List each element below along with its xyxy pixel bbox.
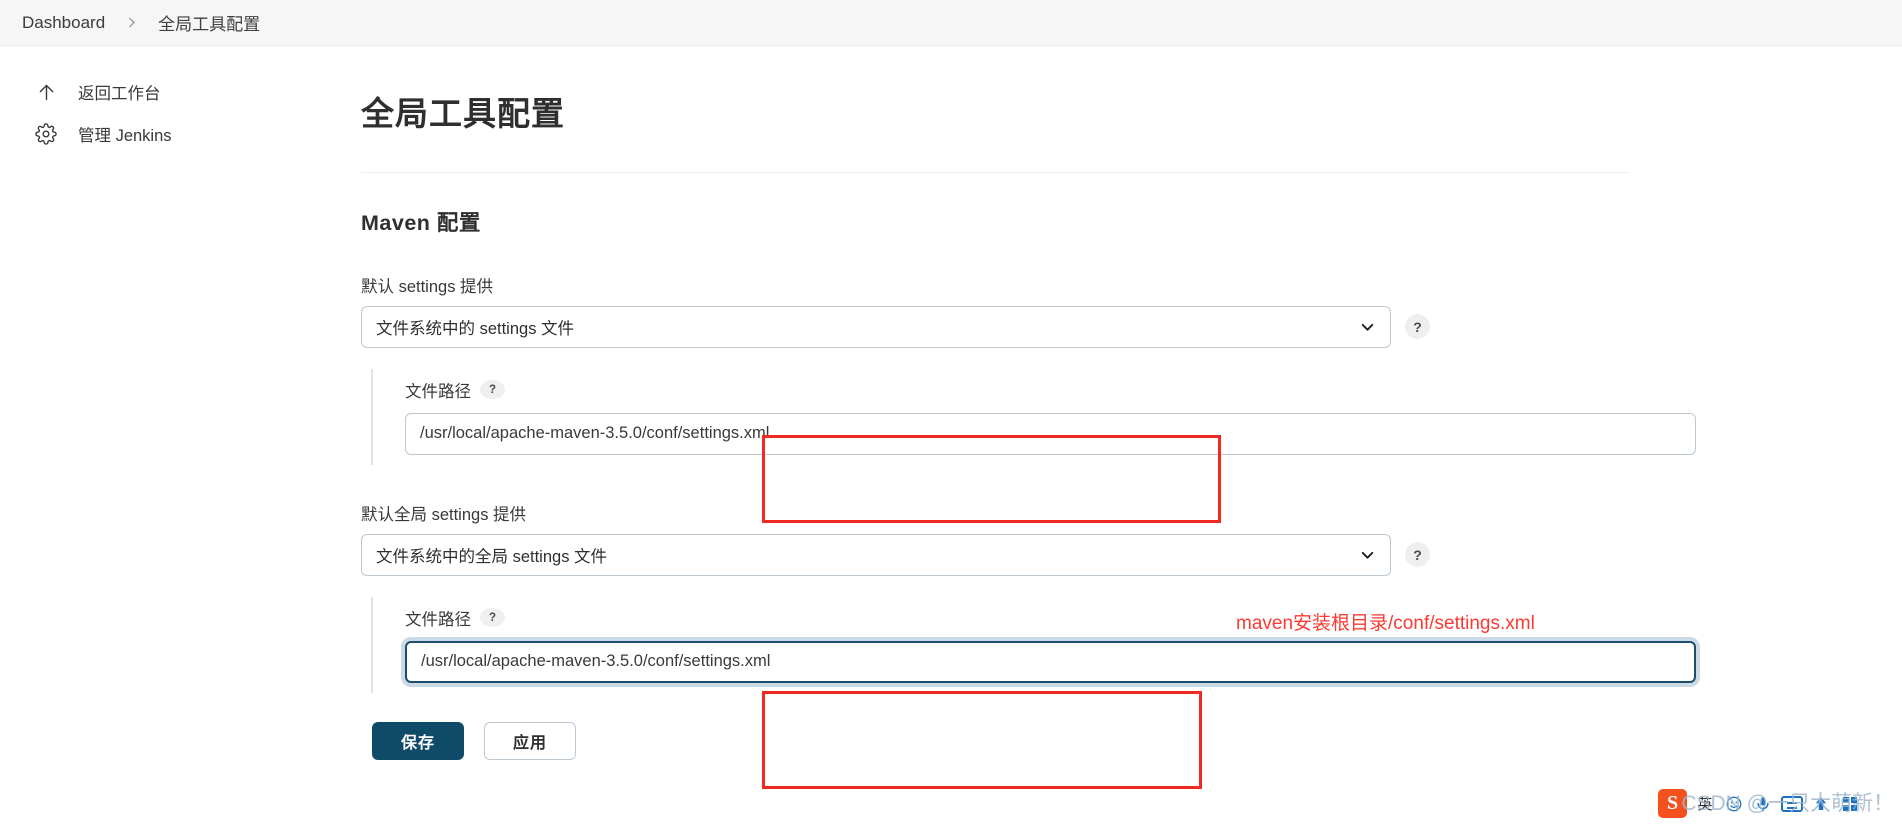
default-settings-row: 文件系统中的 settings 文件 ? (361, 305, 1701, 348)
field-label-default-global-settings: 默认全局 settings 提供 (361, 505, 527, 524)
default-settings-select-value: 文件系统中的 settings 文件 (376, 319, 575, 338)
sidebar: 返回工作台 管理 Jenkins (0, 46, 330, 827)
main-content: 全局工具配置 Maven 配置 默认 settings 提供 文件系统中的 se… (330, 46, 1902, 827)
apply-button[interactable]: 应用 (484, 721, 577, 760)
gear-icon (34, 122, 58, 146)
sidebar-item-back-to-dashboard[interactable]: 返回工作台 (8, 72, 314, 112)
default-global-settings-row: 文件系统中的全局 settings 文件 ? (361, 533, 1701, 576)
file-path-label: 文件路径 (405, 610, 471, 629)
help-icon-default-settings[interactable]: ? (1405, 314, 1430, 340)
sidebar-item-manage-jenkins[interactable]: 管理 Jenkins (8, 114, 314, 154)
breadcrumb-item-dashboard[interactable]: Dashboard (14, 9, 113, 37)
file-path-label: 文件路径 (405, 382, 471, 401)
chevron-down-icon (1359, 318, 1376, 335)
emoji-icon[interactable] (1723, 795, 1745, 813)
default-settings-select[interactable]: 文件系统中的 settings 文件 (361, 305, 1391, 348)
arrow-up-icon (34, 80, 58, 104)
sogou-ime-toolbar: S 英 (1650, 780, 1902, 827)
breadcrumb: Dashboard 全局工具配置 (0, 0, 1902, 46)
sidebar-item-label: 返回工作台 (78, 85, 161, 103)
microphone-icon[interactable] (1752, 795, 1774, 813)
help-icon-file-path-1[interactable]: ? (480, 380, 505, 400)
save-button[interactable]: 保存 (372, 721, 465, 760)
breadcrumb-item-global-tool-config[interactable]: 全局工具配置 (150, 6, 268, 39)
language-toggle-icon[interactable]: 英 (1694, 793, 1716, 814)
sidebar-item-label: 管理 Jenkins (78, 127, 172, 145)
file-path-input-1[interactable] (405, 412, 1696, 455)
section-title-maven: Maven 配置 (361, 210, 481, 235)
chevron-right-icon (115, 16, 148, 29)
title-divider (361, 171, 1629, 173)
help-icon-default-global-settings[interactable]: ? (1405, 542, 1430, 568)
app-grid-icon[interactable] (1839, 796, 1861, 811)
file-path-label-row-1: 文件路径 ? (394, 378, 1701, 402)
chevron-down-icon (1359, 546, 1376, 563)
page-title: 全局工具配置 (361, 95, 565, 132)
help-icon-file-path-2[interactable]: ? (480, 608, 505, 628)
page-body: 返回工作台 管理 Jenkins 全局工具配置 Maven 配置 默认 sett… (0, 46, 1902, 827)
annotation-text: maven安装根目录/conf/settings.xml (1236, 613, 1535, 634)
sogou-ime-logo[interactable]: S (1658, 789, 1687, 818)
upload-arrow-icon[interactable] (1810, 794, 1832, 814)
form-actions: 保存 应用 (372, 721, 1701, 760)
file-path-input-2[interactable] (405, 640, 1696, 683)
keyboard-icon[interactable] (1781, 795, 1803, 812)
default-global-settings-select-value: 文件系统中的全局 settings 文件 (376, 547, 608, 566)
default-global-settings-select[interactable]: 文件系统中的全局 settings 文件 (361, 533, 1391, 576)
field-label-default-settings: 默认 settings 提供 (361, 277, 494, 296)
default-settings-nested-block: 文件路径 ? (371, 368, 1701, 465)
